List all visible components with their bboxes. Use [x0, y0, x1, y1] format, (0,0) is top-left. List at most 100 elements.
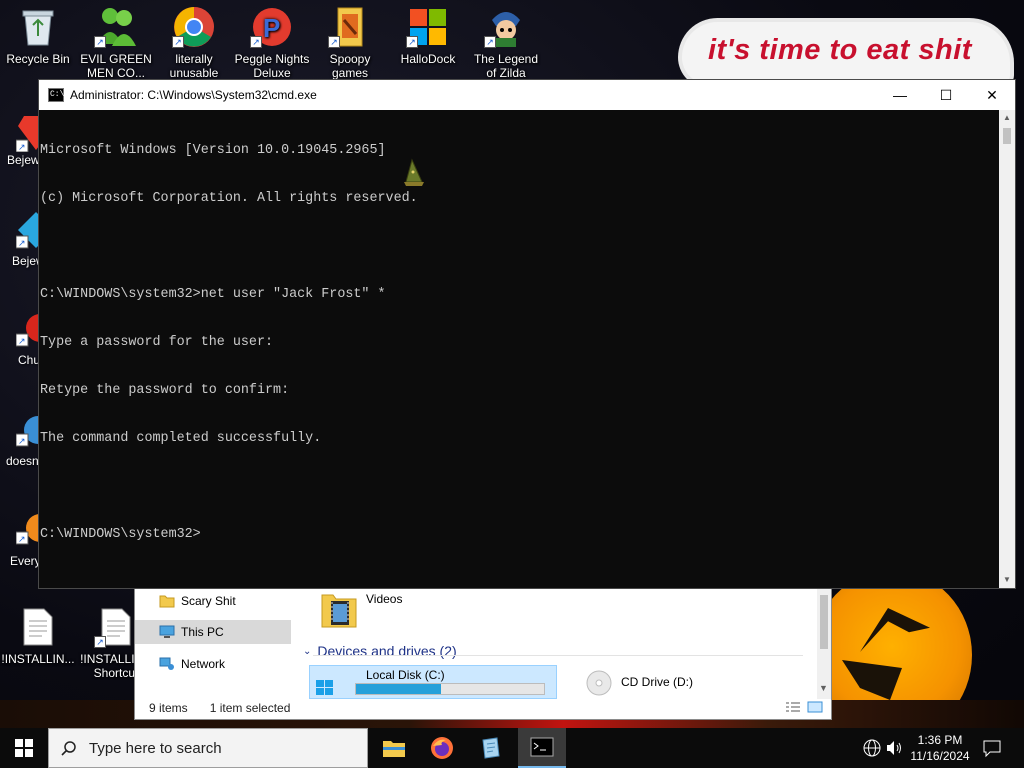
desktop-icon-literally-unusable[interactable]: ↗ literally unusable: [156, 6, 232, 80]
peggle-icon: P ↗: [250, 6, 294, 48]
green-men-icon: ↗: [94, 6, 138, 48]
videos-folder-icon: [321, 591, 357, 629]
status-selection-count: 1 item selected: [209, 701, 291, 715]
desktop-icon-legend-of-zilda[interactable]: ↗ The Legend of Zilda: [468, 6, 544, 80]
cd-drive-label[interactable]: CD Drive (D:): [621, 675, 693, 689]
svg-text:↗: ↗: [18, 436, 26, 446]
status-item-count: 9 items: [149, 701, 188, 715]
desktop-icon-peggle-nights[interactable]: P ↗ Peggle Nights Deluxe: [234, 6, 310, 80]
desktop-icon-evil-green-men[interactable]: ↗ EVIL GREEN MEN CO...: [78, 6, 154, 80]
start-button[interactable]: [0, 728, 48, 768]
desktop-icon-recycle-bin[interactable]: Recycle Bin: [0, 6, 76, 80]
taskbar-search-box[interactable]: Type here to search: [48, 728, 368, 768]
witch-hat-cursor-icon: [402, 158, 426, 188]
console-line: Microsoft Windows [Version 10.0.19045.29…: [40, 143, 386, 158]
taskbar-cmd[interactable]: [518, 728, 566, 768]
chrome-icon: ↗: [172, 6, 216, 48]
scroll-down-arrow-icon[interactable]: ▼: [999, 572, 1015, 588]
devices-and-drives-header[interactable]: ⌄ Devices and drives (2): [303, 643, 457, 659]
clock-date: 11/16/2024: [910, 749, 970, 763]
cmd-console-output[interactable]: Microsoft Windows [Version 10.0.19045.29…: [39, 110, 1001, 588]
nav-item-label: Network: [181, 657, 226, 671]
maximize-button[interactable]: ☐: [923, 80, 969, 110]
nav-item-scary-shit[interactable]: Scary Shit: [135, 589, 291, 613]
shortcut-arrow-icon: ↗: [484, 36, 496, 48]
file-explorer-icon: [383, 741, 405, 757]
notepad-icon: [482, 737, 500, 759]
details-view-icon[interactable]: [785, 701, 801, 716]
taskbar-clock[interactable]: 1:36 PM 11/16/2024: [904, 732, 976, 764]
console-prompt-line[interactable]: C:\WINDOWS\system32>: [40, 527, 1001, 543]
shortcut-arrow-icon: ↗: [172, 36, 184, 48]
network-globe-icon[interactable]: [862, 738, 882, 758]
scrollbar-thumb[interactable]: [820, 595, 828, 649]
svg-text:↗: ↗: [18, 238, 26, 248]
console-line: Retype the password to confirm:: [40, 383, 290, 398]
windows-start-icon: [15, 739, 33, 757]
desktop-icon-label: Every: [10, 554, 41, 568]
nav-item-label: Scary Shit: [181, 594, 236, 608]
action-center-icon[interactable]: [982, 738, 1002, 758]
cmd-window[interactable]: C:\ Administrator: C:\Windows\System32\c…: [38, 79, 1016, 589]
file-explorer-window[interactable]: Scary Shit This PC Network Videos ⌄ Devi…: [134, 588, 832, 720]
console-line: C:\WINDOWS\system32>net user "Jack Frost…: [40, 287, 386, 302]
desktop-icon-label: Recycle Bin: [6, 52, 70, 66]
explorer-status-bar: 9 items 1 item selected: [135, 697, 831, 719]
network-icon: [159, 657, 175, 671]
nav-item-this-pc[interactable]: This PC: [135, 620, 291, 644]
cmd-app-icon: C:\: [48, 88, 64, 102]
desktop-icon-label: Spoopy games: [329, 52, 371, 80]
cmd-icon: [530, 737, 554, 757]
scroll-up-arrow-icon[interactable]: ▲: [999, 110, 1015, 126]
scrollbar-thumb[interactable]: [1003, 128, 1011, 144]
desktop-icon-installing-doc[interactable]: !INSTALLIN...: [0, 606, 76, 680]
section-header-label: Devices and drives (2): [317, 643, 457, 659]
close-button[interactable]: ✕: [969, 80, 1015, 110]
desktop-icon-label: !INSTALLIN...: [1, 652, 75, 666]
recycle-bin-icon: [16, 6, 60, 48]
minimize-button[interactable]: —: [877, 80, 923, 110]
firefox-icon: [431, 737, 453, 759]
volume-icon[interactable]: [884, 738, 904, 758]
text-document-icon: ↗: [94, 606, 138, 648]
clock-time: 1:36 PM: [917, 733, 963, 747]
folder-icon: [159, 594, 175, 608]
taskbar-file-explorer[interactable]: [370, 728, 418, 768]
nav-item-network[interactable]: Network: [135, 652, 291, 676]
desktop-icon-hallodock[interactable]: ↗ HalloDock: [390, 6, 466, 80]
search-placeholder: Type here to search: [89, 739, 222, 757]
svg-text:↗: ↗: [18, 534, 26, 544]
wallpaper-banner-text: it's time to eat shit: [708, 34, 972, 66]
taskbar: Type here to search 1:36 PM 11/16/2024: [0, 728, 1024, 768]
desktop-icon-label: Peggle Nights Deluxe: [234, 52, 310, 80]
shortcut-arrow-icon: ↗: [94, 36, 106, 48]
desktop-icon-spoopy-games[interactable]: ↗ Spoopy games: [312, 6, 388, 80]
explorer-navigation-pane: Scary Shit This PC Network: [135, 589, 295, 699]
drive-c-usage-bar: [355, 683, 545, 695]
explorer-scrollbar[interactable]: ▼: [817, 589, 831, 699]
shortcut-arrow-icon: ↗: [406, 36, 418, 48]
nav-item-label: This PC: [181, 625, 224, 639]
desktop-icon-label: HalloDock: [400, 52, 456, 66]
cmd-title-bar[interactable]: C:\ Administrator: C:\Windows\System32\c…: [39, 80, 1015, 110]
console-line: (c) Microsoft Corporation. All rights re…: [40, 191, 418, 206]
folder-icon: ↗: [328, 6, 372, 48]
large-icons-view-icon[interactable]: [807, 701, 823, 716]
explorer-content-pane: Videos ⌄ Devices and drives (2) Local Di…: [299, 589, 819, 699]
taskbar-notepad-app[interactable]: [466, 728, 514, 768]
videos-folder-label[interactable]: Videos: [366, 592, 402, 606]
taskbar-firefox[interactable]: [418, 728, 466, 768]
svg-text:↗: ↗: [18, 142, 26, 152]
drive-c-label: Local Disk (C:): [366, 668, 445, 682]
section-divider: [313, 655, 803, 656]
cmd-window-title: Administrator: C:\Windows\System32\cmd.e…: [70, 88, 317, 102]
scroll-down-arrow-icon[interactable]: ▼: [819, 683, 828, 693]
desktop-icon-label: doesn: [6, 454, 39, 468]
desktop-icon-label: The Legend of Zilda: [473, 52, 539, 80]
text-document-icon: [16, 606, 60, 648]
desktop-icon-label: EVIL GREEN MEN CO...: [80, 52, 152, 80]
computer-icon: [159, 625, 175, 639]
cmd-scrollbar[interactable]: ▲ ▼: [999, 110, 1015, 588]
